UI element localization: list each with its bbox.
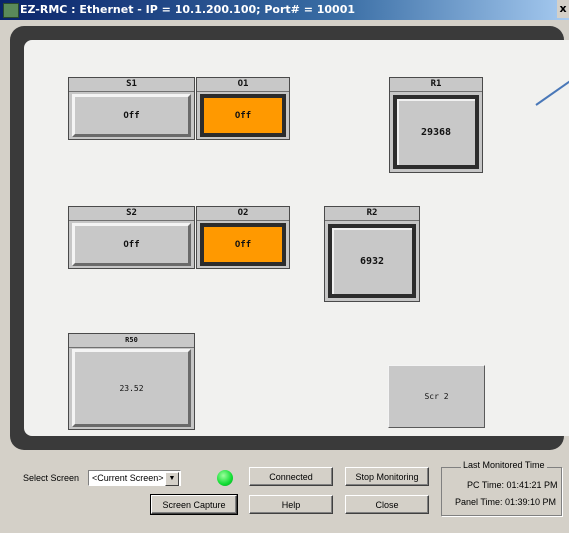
screen-2-button[interactable]: Scr 2 — [388, 365, 485, 428]
s1-header: S1 — [69, 78, 194, 92]
o2-output-tile[interactable]: O2 Off — [196, 206, 290, 269]
r1-value: 29368 — [393, 95, 479, 169]
r1-header: R1 — [390, 78, 482, 92]
o1-header: O1 — [197, 78, 289, 92]
close-window-button[interactable]: x — [557, 0, 569, 18]
r50-register-tile[interactable]: R50 23.52 — [68, 333, 195, 430]
last-monitored-groupbox — [441, 467, 562, 516]
stop-monitoring-button[interactable]: Stop Monitoring — [345, 467, 429, 486]
o2-header: O2 — [197, 207, 289, 221]
close-button[interactable]: Close — [345, 495, 429, 514]
r2-header: R2 — [325, 207, 419, 221]
connection-status-icon — [217, 470, 233, 486]
screen-capture-button[interactable]: Screen Capture — [150, 494, 238, 515]
chevron-down-icon[interactable]: ▼ — [165, 472, 179, 486]
select-screen-value: <Current Screen> — [92, 473, 164, 483]
s2-state: Off — [72, 223, 191, 266]
r50-value: 23.52 — [72, 349, 191, 427]
title-bar: EZ-RMC : Ethernet - IP = 10.1.200.100; P… — [0, 0, 569, 20]
panel-screen: S1 Off O1 Off R1 29368 S2 Off O2 Off R2 … — [24, 40, 569, 436]
s2-switch-tile[interactable]: S2 Off — [68, 206, 195, 269]
s2-header: S2 — [69, 207, 194, 221]
panel-time: Panel Time: 01:39:10 PM — [455, 497, 557, 507]
s1-switch-tile[interactable]: S1 Off — [68, 77, 195, 140]
o1-state: Off — [200, 94, 286, 137]
o1-output-tile[interactable]: O1 Off — [196, 77, 290, 140]
r2-register-tile[interactable]: R2 6932 — [324, 206, 420, 302]
help-button[interactable]: Help — [249, 495, 333, 514]
s1-state: Off — [72, 94, 191, 137]
connected-button[interactable]: Connected — [249, 467, 333, 486]
last-monitored-title: Last Monitored Time — [461, 460, 547, 470]
r50-header: R50 — [69, 334, 194, 348]
r2-value: 6932 — [328, 224, 416, 298]
app-icon — [3, 3, 19, 18]
window-title: EZ-RMC : Ethernet - IP = 10.1.200.100; P… — [20, 3, 356, 16]
select-screen-label: Select Screen — [23, 473, 80, 483]
select-screen-dropdown[interactable]: <Current Screen> ▼ — [88, 470, 181, 486]
r1-register-tile[interactable]: R1 29368 — [389, 77, 483, 173]
o2-state: Off — [200, 223, 286, 266]
pc-time: PC Time: 01:41:21 PM — [467, 480, 558, 490]
